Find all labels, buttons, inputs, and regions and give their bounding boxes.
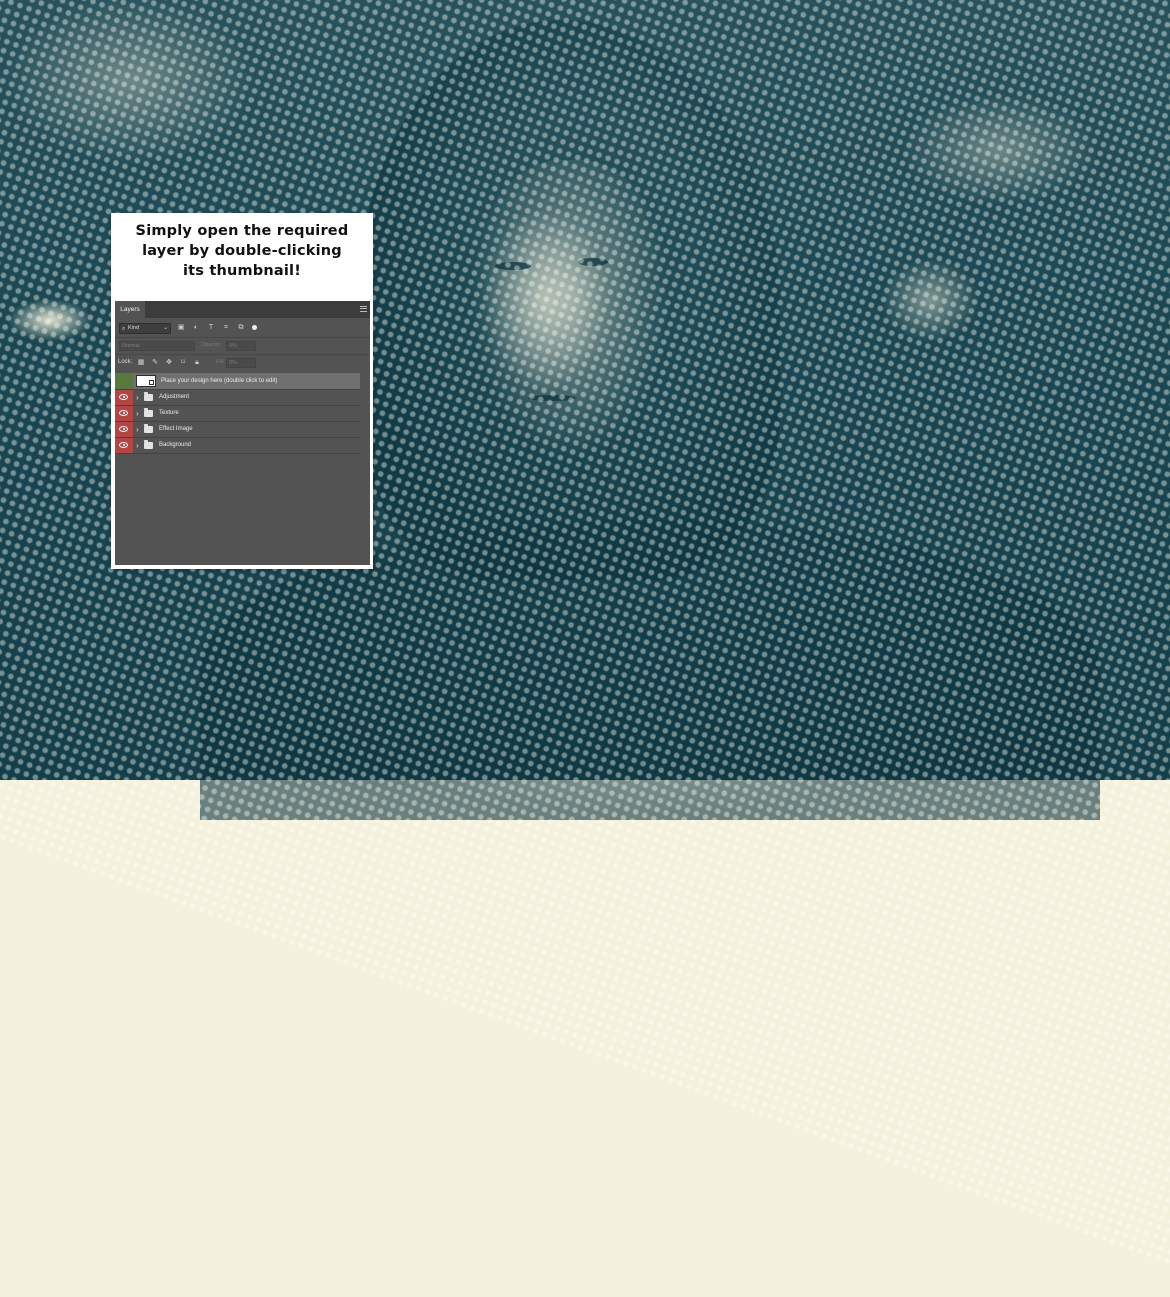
tab-layers[interactable]: Layers [115, 301, 145, 318]
chevron-right-icon[interactable]: › [136, 391, 139, 404]
folder-icon [144, 392, 153, 401]
layers-list: Place your design here (double click to … [115, 373, 370, 454]
adjustment-filter-icon[interactable]: ◐ [192, 324, 200, 332]
instruction-line-1: Simply open the required [135, 223, 349, 239]
layer-row-adjustment[interactable]: › Adjustment [115, 390, 360, 406]
lock-transparent-icon[interactable]: ▦ [137, 358, 145, 367]
search-icon: ⌕ [122, 326, 126, 332]
layer-name: Background [159, 442, 192, 448]
type-filter-icon[interactable]: T [207, 324, 215, 332]
lock-paint-icon[interactable]: ✎ [151, 358, 159, 367]
opacity-input[interactable]: 0% [226, 341, 256, 351]
layer-row-effect-image[interactable]: › Effect Image [115, 422, 360, 438]
lock-move-icon[interactable]: ✥ [165, 358, 173, 367]
chevron-right-icon[interactable]: › [136, 423, 139, 436]
eye-icon [119, 442, 128, 448]
kind-filter-label: Kind [128, 325, 140, 331]
lock-row: Lock: ▦ ✎ ✥ ⌑ 🔒︎ Fill: 0% [115, 357, 370, 369]
folder-icon [144, 408, 153, 417]
visibility-toggle[interactable] [115, 422, 133, 437]
divider [115, 354, 370, 355]
layer-row-background[interactable]: › Background [115, 438, 360, 454]
halftone-dot-overlay [0, 0, 1170, 1297]
folder-icon [144, 440, 153, 449]
smart-object-filter-icon[interactable]: ⧉ [237, 324, 245, 332]
blend-mode-select[interactable]: Normal [119, 341, 195, 351]
layer-name: Effect Image [159, 426, 193, 432]
lock-artboard-icon[interactable]: ⌑ [179, 358, 187, 367]
eye-icon [119, 410, 128, 416]
shape-filter-icon[interactable]: ⌗ [222, 324, 230, 332]
eye-icon [119, 394, 128, 400]
layer-row-smart-object[interactable]: Place your design here (double click to … [115, 373, 360, 390]
filter-toggle-icon[interactable] [252, 325, 257, 330]
blend-row: Normal Opacity: 0% [115, 340, 370, 352]
eye-icon [119, 426, 128, 432]
fill-input[interactable]: 0% [226, 358, 256, 368]
smart-object-thumbnail[interactable] [136, 375, 156, 387]
visibility-toggle[interactable] [115, 373, 133, 389]
panel-header: Layers [115, 301, 370, 318]
instruction-title: Simply open the required layer by double… [117, 221, 367, 281]
layer-row-texture[interactable]: › Texture [115, 406, 360, 422]
folder-icon [144, 424, 153, 433]
fill-label: Fill: [216, 359, 225, 365]
layer-name: Texture [159, 410, 179, 416]
opacity-label: Opacity: [201, 342, 222, 348]
visibility-toggle[interactable] [115, 438, 133, 453]
layer-name: Adjustment [159, 394, 190, 400]
filter-row: ⌕ Kind ⌄ ▣ ◐ T ⌗ ⧉ [115, 321, 370, 335]
image-filter-icon[interactable]: ▣ [177, 324, 185, 332]
visibility-toggle[interactable] [115, 406, 133, 421]
layers-panel: Layers ⌕ Kind ⌄ ▣ ◐ T ⌗ ⧉ Normal Opacity… [115, 301, 370, 565]
divider [115, 337, 370, 338]
instruction-line-2: layer by double-clicking [142, 243, 342, 259]
kind-filter-select[interactable]: ⌕ Kind ⌄ [119, 323, 171, 334]
chevron-down-icon: ⌄ [162, 325, 168, 331]
chevron-right-icon[interactable]: › [136, 407, 139, 420]
visibility-toggle[interactable] [115, 390, 133, 405]
panel-menu-icon[interactable] [360, 306, 367, 312]
lock-label: Lock: [118, 359, 133, 365]
layer-name: Place your design here (double click to … [161, 378, 278, 384]
lock-all-icon[interactable]: 🔒︎ [193, 358, 201, 367]
smart-object-badge-icon [149, 380, 154, 385]
instruction-line-3: its thumbnail! [182, 263, 302, 279]
chevron-right-icon[interactable]: › [136, 439, 139, 452]
